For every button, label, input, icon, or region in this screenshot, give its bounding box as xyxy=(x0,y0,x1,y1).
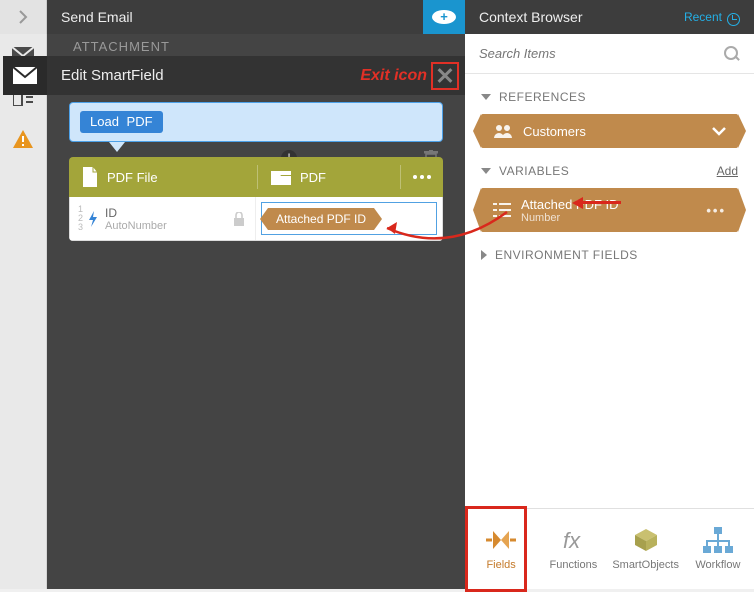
svg-text:+: + xyxy=(440,9,448,24)
context-browser-toggle[interactable]: + xyxy=(423,0,465,34)
pdf-file-handle[interactable]: PDF File xyxy=(69,157,257,197)
tab-workflow[interactable]: Workflow xyxy=(687,527,749,571)
tab-smartobjects[interactable]: SmartObjects xyxy=(615,527,677,571)
context-browser-title: Context Browser xyxy=(479,9,582,25)
exit-icon-annotation: Exit icon xyxy=(360,67,427,85)
attached-pdf-id-token[interactable]: Attached PDF ID xyxy=(268,208,374,230)
svg-text:fx: fx xyxy=(563,528,581,553)
search-input[interactable] xyxy=(479,46,724,61)
id-value-input[interactable]: Attached PDF ID xyxy=(261,202,437,235)
variable-more-button[interactable]: ••• xyxy=(706,203,726,218)
tab-functions[interactable]: fx Functions xyxy=(542,527,604,571)
annotation-arrow xyxy=(583,201,621,204)
pdf-method-handle[interactable]: PDF xyxy=(258,157,400,197)
pointer-caret-icon xyxy=(109,142,125,152)
add-variable-link[interactable]: Add xyxy=(717,164,738,178)
rail-warning-icon[interactable] xyxy=(0,118,46,160)
page-title: Send Email xyxy=(47,0,423,34)
attachment-label: ATTACHMENT xyxy=(73,39,170,54)
reference-customers[interactable]: Customers xyxy=(481,114,738,148)
clock-icon xyxy=(727,13,740,26)
chevron-down-icon xyxy=(712,127,726,136)
arrowhead-icon xyxy=(572,197,583,209)
list-icon xyxy=(493,202,511,218)
autonumber-icon xyxy=(87,211,99,227)
card-more-button[interactable] xyxy=(401,157,443,197)
pdf-mapping-card: PDF File PDF 123 xyxy=(69,157,443,241)
id-property: 123 ID AutoNumber xyxy=(70,197,256,240)
recent-link[interactable]: Recent xyxy=(684,10,722,24)
mail-icon xyxy=(3,56,47,95)
chevron-down-icon xyxy=(481,94,491,100)
variables-section-header[interactable]: VARIABLES Add xyxy=(481,164,738,178)
collapse-toggle[interactable] xyxy=(0,0,47,34)
close-icon xyxy=(436,67,454,85)
search-icon[interactable] xyxy=(724,46,740,62)
load-pdf-step[interactable]: Load PDF xyxy=(69,102,443,142)
variable-attached-pdf-id[interactable]: Attached PDF ID Number ••• xyxy=(481,188,738,232)
tab-fields[interactable]: Fields xyxy=(470,527,532,571)
close-button[interactable] xyxy=(431,62,459,90)
people-icon xyxy=(493,124,513,138)
chevron-down-icon xyxy=(481,168,491,174)
references-section-header[interactable]: REFERENCES xyxy=(481,90,738,104)
environment-section-header[interactable]: ENVIRONMENT FIELDS xyxy=(481,248,738,262)
chevron-right-icon xyxy=(481,250,487,260)
load-pdf-tag: Load PDF xyxy=(80,111,163,133)
edit-smartfield-label: Edit SmartField xyxy=(61,67,164,84)
lock-icon xyxy=(233,212,245,226)
